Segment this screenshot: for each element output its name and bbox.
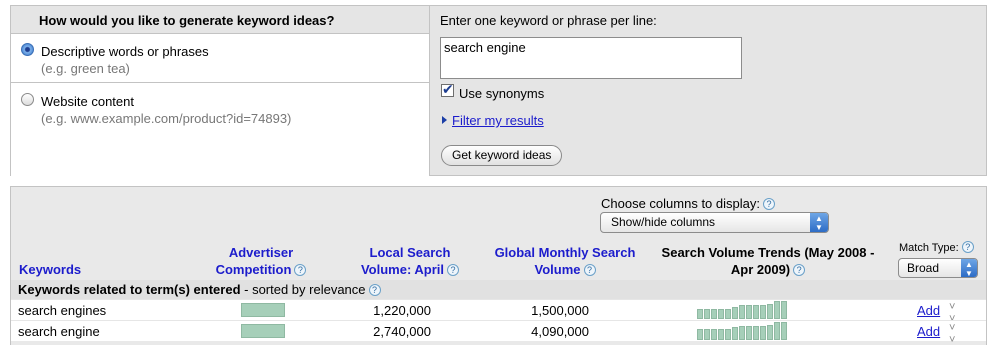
use-synonyms-checkbox[interactable] [441,81,454,98]
group-title: Keywords related to term(s) entered [18,282,241,297]
competition-bar [241,303,285,317]
descriptive-words-label[interactable]: Descriptive words or phrases [41,44,209,59]
use-synonyms-label[interactable]: Use synonyms [459,86,544,101]
col-header-keywords[interactable]: Keywords [19,261,81,278]
option-descriptive-words[interactable]: Descriptive words or phrases (e.g. green… [11,34,429,83]
trend-bar [774,301,780,319]
generate-method-question: How would you like to generate keyword i… [39,13,335,28]
global-volume-cell: 1,500,000 [531,303,589,318]
help-icon[interactable]: ? [793,264,806,276]
trend-bar [697,329,703,340]
local-volume-cell: 2,740,000 [373,324,431,339]
match-type-value: Broad [907,261,940,275]
descriptive-words-hint: (e.g. green tea) [41,61,130,76]
trend-bar [767,304,773,319]
col-header-volume-trends: Search Volume Trends (May 2008 - Apr 200… [661,245,875,277]
select-arrows-icon: ▲ ▼ [961,259,977,278]
competition-bar [241,324,285,338]
chevron-down-icon[interactable]: ˅ ˅ [949,322,955,346]
trend-bar [725,329,731,340]
help-icon[interactable]: ? [368,284,381,296]
keyword-input[interactable]: search engine [440,37,742,79]
trend-bar [711,309,717,319]
keyword-results-table: Choose columns to display:? Show/hide co… [10,186,987,346]
help-icon[interactable]: ? [583,264,596,276]
trend-bar [725,309,731,319]
trend-bar [767,325,773,340]
keyword-group-header: Keywords related to term(s) entered - so… [11,280,986,299]
table-row: search engine 2,740,000 4,090,000 Add ˅ ˅ [11,320,986,346]
trend-bar [746,326,752,340]
volume-trend-chart [697,301,787,319]
trend-bar [781,301,787,319]
select-arrows-icon: ▲ ▼ [810,213,828,232]
col-header-global-volume[interactable]: Global Monthly Search Volume? [489,244,641,278]
option-website-content[interactable]: Website content (e.g. www.example.com/pr… [11,83,429,176]
local-volume-cell: 1,220,000 [373,303,431,318]
trend-bar [760,326,766,340]
keyword-cell: search engines [18,303,107,318]
keyword-cell: search engine [18,324,100,339]
trend-bar [774,322,780,340]
generate-method-header: How would you like to generate keyword i… [11,6,429,34]
trend-bar [732,307,738,319]
trend-bar [704,329,710,340]
disclosure-triangle-icon[interactable] [442,116,447,124]
trend-bar [711,329,717,340]
trend-bar [718,329,724,340]
website-content-hint: (e.g. www.example.com/product?id=74893) [41,111,292,126]
trend-bar [760,305,766,319]
choose-columns-label: Choose columns to display:? [601,196,775,211]
trend-bar [746,305,752,319]
show-hide-columns-value: Show/hide columns [611,215,716,229]
add-keyword-link[interactable]: Add [917,303,940,318]
match-type-select[interactable]: Broad ▲ ▼ [898,258,978,278]
table-row: search engines 1,220,000 1,500,000 Add ˅… [11,299,986,325]
trend-bar [718,309,724,319]
trend-bar [704,309,710,319]
trend-bar [753,305,759,319]
panel-divider [429,6,430,175]
col-header-local-volume[interactable]: Local Search Volume: April? [351,244,469,278]
filter-results-link[interactable]: Filter my results [452,113,544,128]
volume-trend-chart [697,322,787,340]
get-keyword-ideas-button[interactable]: Get keyword ideas [441,145,563,166]
add-keyword-link[interactable]: Add [917,324,940,339]
global-volume-cell: 4,090,000 [531,324,589,339]
keyword-input-instruction: Enter one keyword or phrase per line: [440,13,657,28]
trend-bar [739,326,745,340]
trend-bar [781,322,787,340]
help-icon[interactable]: ? [447,264,460,276]
help-icon[interactable]: ? [961,241,974,253]
trend-bar [732,327,738,340]
trend-bar [697,309,703,319]
match-type-label: Match Type:? [899,241,974,254]
col-header-competition[interactable]: Advertiser Competition? [206,244,316,278]
website-content-label[interactable]: Website content [41,94,134,109]
help-icon[interactable]: ? [294,264,307,276]
trend-bar [753,326,759,340]
website-content-radio[interactable] [21,93,34,106]
group-sort-note: - sorted by relevance [240,282,366,297]
keyword-tool-form: How would you like to generate keyword i… [10,5,987,176]
show-hide-columns-select[interactable]: Show/hide columns ▲ ▼ [600,212,829,233]
descriptive-words-radio[interactable] [21,43,34,56]
trend-bar [739,305,745,319]
help-icon[interactable]: ? [762,198,775,210]
